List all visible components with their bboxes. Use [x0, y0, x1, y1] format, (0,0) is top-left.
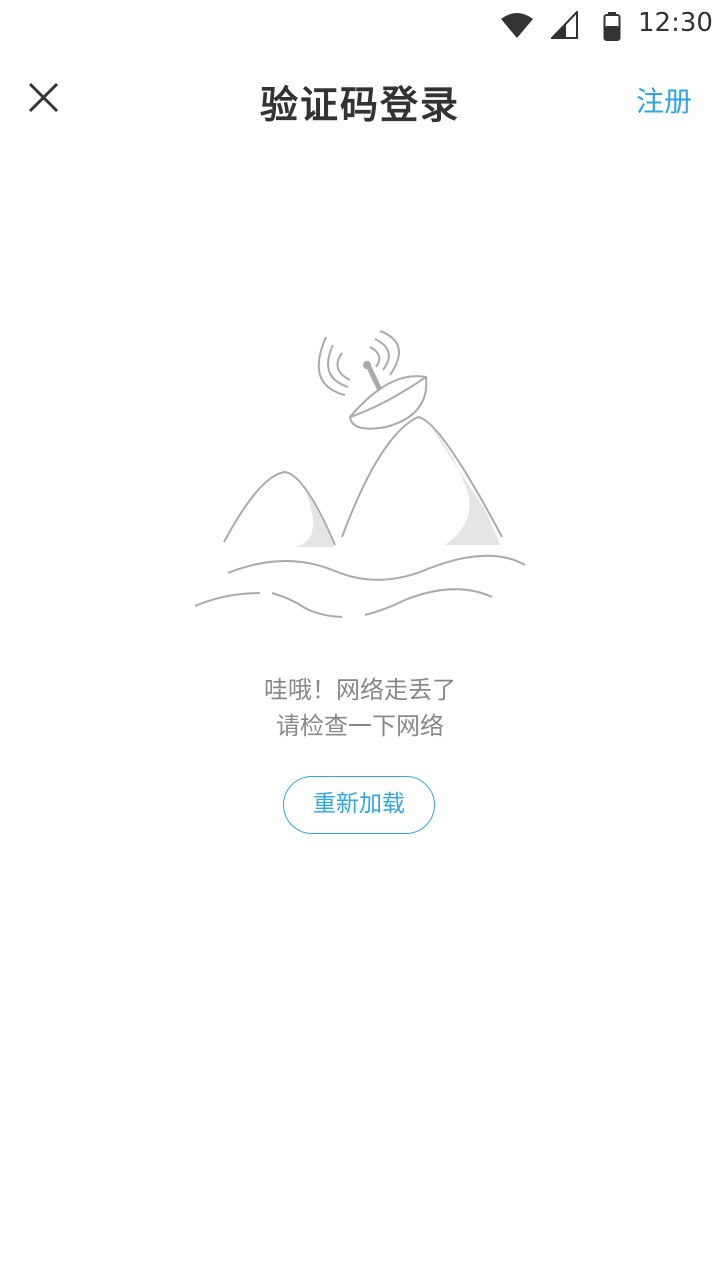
satellite-dish-mountains-icon [194, 330, 526, 618]
page-title: 验证码登录 [259, 83, 460, 127]
status-time: 12:30 [638, 8, 713, 38]
header: 验证码登录 注册 [0, 60, 720, 140]
water-lines [194, 554, 526, 618]
reload-button[interactable]: 重新加载 [283, 776, 435, 834]
page: 12:30 验证码登录 注册 哇哦！网络走丢了 请检查一下网络 重新加载 [0, 0, 720, 1280]
battery-icon [603, 11, 621, 45]
status-bar: 12:30 [0, 0, 720, 50]
network-error-illustration [190, 325, 530, 625]
wifi-icon [500, 11, 534, 43]
signal-icon [549, 9, 579, 43]
error-message-title: 哇哦！网络走丢了 [264, 676, 456, 704]
error-message-hint: 请检查一下网络 [276, 712, 444, 740]
register-link[interactable]: 注册 [636, 80, 692, 120]
